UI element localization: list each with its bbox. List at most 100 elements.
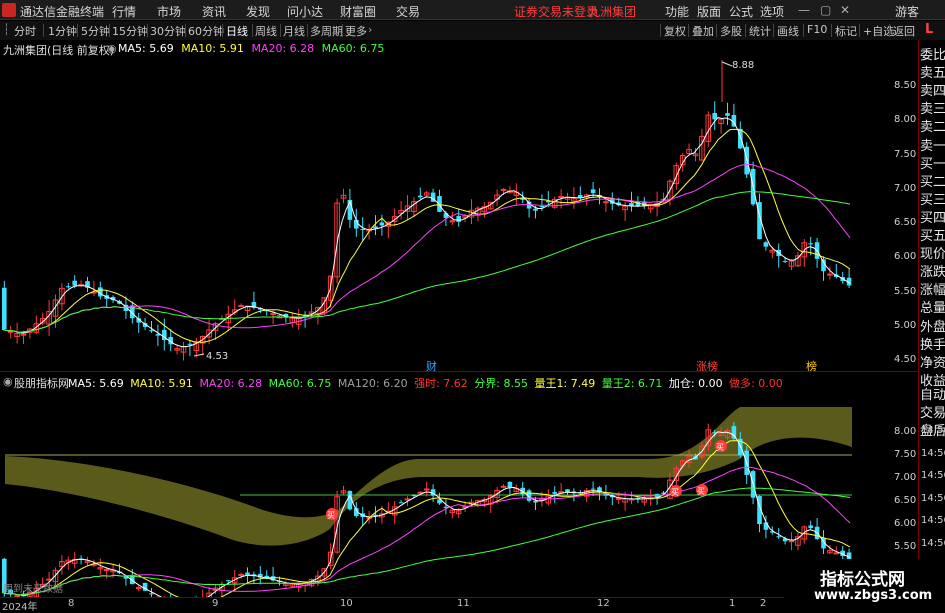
period-fenshi[interactable]: 分时: [14, 23, 36, 39]
menu-zixun[interactable]: 资讯: [202, 3, 226, 20]
candle-body: [423, 488, 430, 491]
menu-jiaoyi[interactable]: 交易: [396, 3, 420, 20]
menu-faxian[interactable]: 发现: [246, 3, 270, 20]
ind-y-tick: 7.50: [894, 449, 917, 460]
menu-gongshi[interactable]: 公式: [729, 3, 753, 20]
y-tick: 7.00: [894, 183, 917, 194]
candle-body: [456, 215, 461, 222]
candle-body: [552, 492, 557, 494]
candle-body: [712, 112, 717, 120]
tool-fuquan[interactable]: 复权: [664, 23, 686, 39]
y-tick: 5.00: [894, 320, 917, 331]
tool-biaoji[interactable]: 标记: [835, 23, 857, 39]
x-tick: 10: [340, 598, 353, 609]
candle-body: [763, 242, 769, 247]
menu-caifuquan[interactable]: 财富圈: [340, 3, 376, 20]
candle-body: [827, 273, 833, 276]
ind-y-tick: 5.50: [894, 541, 917, 552]
settings-circle-icon[interactable]: ◉: [107, 42, 117, 55]
quote-field-3: 卖三: [920, 102, 945, 118]
quote-field-16: 换手: [920, 337, 945, 353]
guest-label[interactable]: 游客: [895, 3, 919, 20]
watermark-title: 指标公式网: [820, 570, 905, 590]
candle-body: [833, 552, 840, 555]
period-toolbar: ┆ 分时 1分钟 5分钟 15分钟 30分钟 60分钟 日线 周线 月线 多周期…: [0, 21, 945, 40]
tool-duogu[interactable]: 多股: [720, 23, 742, 39]
title-bar: 通达信金融终端 行情 市场 资讯 发现 问小达 财富圈 交易 证券交易未登录 九…: [0, 0, 945, 20]
menu-gongneng[interactable]: 功能: [665, 3, 689, 20]
quote-field-13: 涨幅: [920, 283, 945, 299]
time-label: 14:56: [921, 492, 945, 504]
candle-body: [2, 287, 7, 330]
quote-field-19: 自动: [920, 388, 945, 403]
candle-body: [238, 573, 244, 576]
x-tick: 12: [597, 598, 610, 609]
more-chevron-icon[interactable]: ›: [368, 23, 372, 36]
candle-body: [725, 113, 730, 116]
panel-logo: L: [925, 22, 934, 37]
period-60min[interactable]: 60分钟: [188, 23, 224, 39]
x-tick: 8: [68, 598, 75, 609]
maximize-icon[interactable]: ▢: [820, 3, 831, 17]
candle-body: [226, 580, 231, 582]
candle-body: [565, 489, 570, 493]
candle-body: [398, 502, 404, 504]
indicator-settings-icon[interactable]: ◉: [3, 375, 13, 388]
pane-divider[interactable]: [0, 371, 918, 372]
tool-f10[interactable]: F10: [807, 23, 827, 36]
close-icon[interactable]: ✕: [840, 3, 850, 17]
ma-line: [1, 191, 851, 333]
buy-signal-label: 买: [327, 511, 335, 520]
menu-banmian[interactable]: 版面: [697, 3, 721, 20]
period-more[interactable]: 更多: [345, 23, 367, 39]
indicator-chart[interactable]: 买买 买买: [0, 389, 918, 597]
period-weekly[interactable]: 周线: [255, 23, 277, 39]
candle-body: [776, 536, 781, 538]
kline-chart[interactable]: [0, 56, 918, 371]
tool-back[interactable]: 返回: [893, 23, 915, 39]
login-notice[interactable]: 证券交易未登录: [514, 3, 598, 20]
menu-hangqing[interactable]: 行情: [112, 3, 136, 20]
x-tick: 9: [212, 598, 219, 609]
tool-huaxian[interactable]: 画线: [777, 23, 799, 39]
candle-body: [20, 333, 27, 336]
quote-field-14: 总量: [920, 301, 945, 317]
period-15min[interactable]: 15分钟: [112, 23, 148, 39]
period-multi[interactable]: 多周期: [310, 23, 343, 39]
watermark-url: www.zbgs3.com: [814, 588, 933, 603]
menu-shichang[interactable]: 市场: [157, 3, 181, 20]
x-tick: 2024年: [2, 602, 38, 613]
menu-xuanxiang[interactable]: 选项: [760, 3, 784, 20]
candle-body: [808, 525, 813, 529]
ma-values-row: MA5: 5.69 MA10: 5.91 MA20: 6.28 MA60: 6.…: [118, 42, 384, 55]
y-tick: 6.50: [894, 217, 917, 228]
period-5min[interactable]: 5分钟: [81, 23, 110, 39]
high-price-label: 8.88: [732, 60, 755, 71]
ind-y-tick: 6.50: [894, 495, 917, 506]
candle-body: [418, 195, 423, 198]
period-daily[interactable]: 日线: [226, 23, 248, 39]
quote-field-12: 涨跌: [920, 265, 945, 281]
period-monthly[interactable]: 月线: [283, 23, 305, 39]
minimize-icon[interactable]: —: [798, 3, 810, 17]
tool-diejia[interactable]: 叠加: [692, 23, 714, 39]
candle-body: [149, 330, 154, 332]
time-label: 14:56: [921, 515, 945, 526]
x-tick: 2: [760, 598, 767, 609]
y-tick: 5.50: [894, 286, 917, 297]
candle-body: [379, 222, 385, 226]
period-1min[interactable]: 1分钟: [48, 23, 77, 39]
period-30min[interactable]: 30分钟: [150, 23, 186, 39]
candle-body: [500, 485, 507, 488]
tool-tongji[interactable]: 统计: [749, 23, 771, 39]
quote-field-0: 委比: [920, 48, 945, 63]
quote-field-4: 卖二: [920, 120, 945, 136]
quote-field-7: 买二: [920, 174, 945, 190]
stock-name-title: 九洲集团: [588, 5, 637, 19]
quote-field-8: 买三: [920, 192, 945, 208]
time-label: 14:56: [921, 537, 945, 549]
menu-wenxiaoda[interactable]: 问小达: [287, 3, 323, 20]
candle-body: [558, 195, 564, 198]
time-label: 14:56: [921, 425, 945, 436]
candle-body: [411, 495, 417, 497]
